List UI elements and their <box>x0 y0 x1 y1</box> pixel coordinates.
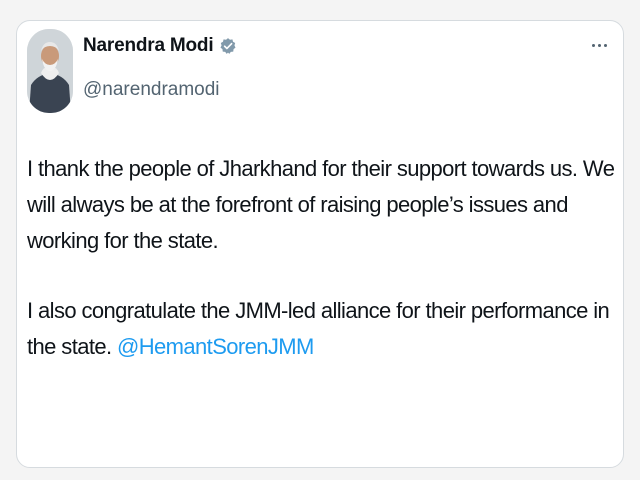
avatar-image <box>27 29 73 113</box>
more-options-icon[interactable] <box>585 35 613 55</box>
avatar[interactable] <box>27 29 73 113</box>
tweet-paragraph-1: I thank the people of Jharkhand for thei… <box>27 156 615 253</box>
author-handle[interactable]: @narendramodi <box>83 79 220 101</box>
mention-link[interactable]: @HemantSorenJMM <box>117 334 314 359</box>
verified-badge-icon <box>219 37 237 55</box>
tweet-card[interactable]: Narendra Modi @narendramodi I thank the … <box>16 20 624 468</box>
tweet-paragraph-2: I also congratulate the JMM-led alliance… <box>27 293 617 365</box>
tweet-text: I thank the people of Jharkhand for thei… <box>27 151 617 365</box>
author-name[interactable]: Narendra Modi <box>83 35 214 57</box>
tweet-paragraph-2-text: I also congratulate the JMM-led alliance… <box>27 298 610 359</box>
